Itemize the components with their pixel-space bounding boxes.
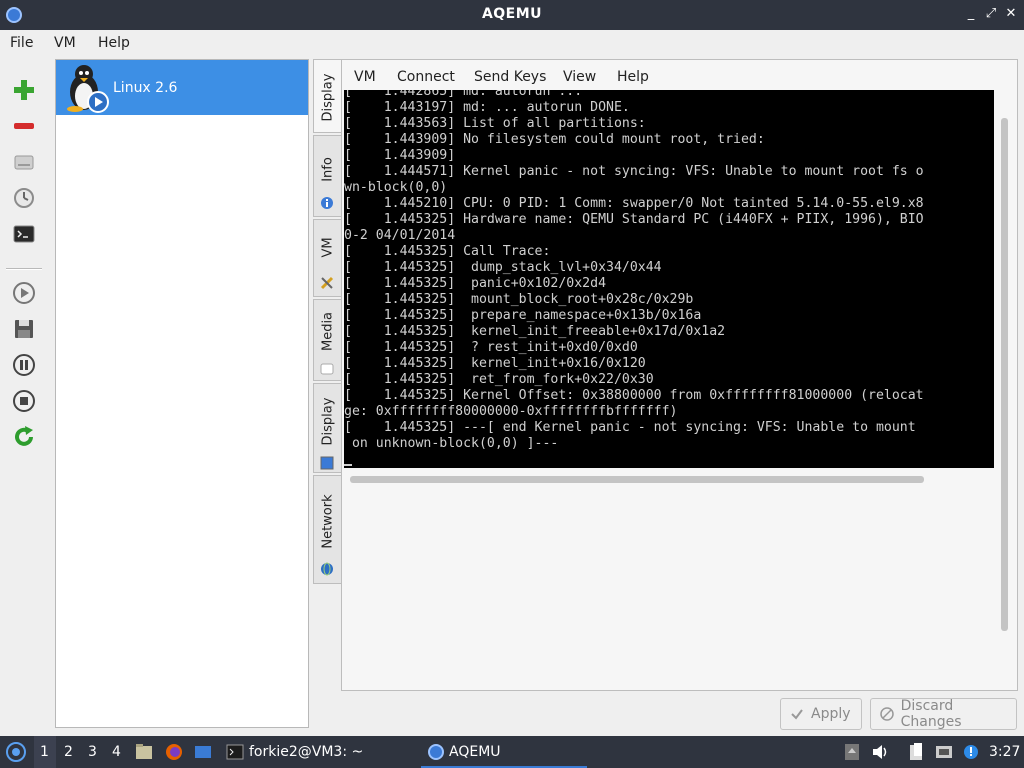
refresh-icon xyxy=(15,426,33,446)
tab-label: Info xyxy=(320,157,335,182)
tab-label: Display xyxy=(320,73,336,122)
tab-label: Media xyxy=(320,311,335,352)
vnc-menu-send-keys[interactable]: Send Keys xyxy=(474,69,546,85)
tab-label: VM xyxy=(320,237,335,258)
vnc-menu-help[interactable]: Help xyxy=(617,69,649,85)
minimize-button[interactable]: _ xyxy=(962,5,980,23)
aqemu-icon xyxy=(428,744,444,760)
active-task-indicator xyxy=(421,736,587,768)
vm-console[interactable]: [ 1.442865] md: autorun ... [ 1.443197] … xyxy=(344,90,994,468)
window-titlebar: AQEMU _ ⤢ ✕ xyxy=(0,0,1024,30)
plus-icon xyxy=(14,80,34,100)
vnc-menu-connect[interactable]: Connect xyxy=(397,69,455,85)
notification-icon[interactable] xyxy=(961,742,981,762)
vm-list: Linux 2.6 xyxy=(55,59,309,728)
workspace-4[interactable]: 4 xyxy=(112,744,121,760)
save-button[interactable] xyxy=(8,313,40,345)
network-icon[interactable] xyxy=(934,742,954,762)
play-icon xyxy=(13,282,35,304)
globe-icon xyxy=(320,562,334,576)
stop-icon xyxy=(13,390,35,412)
tab-vm[interactable]: VM xyxy=(313,219,342,297)
terminal-button[interactable] xyxy=(8,218,40,250)
toolbar-separator xyxy=(6,268,42,270)
floppy-icon xyxy=(15,320,33,338)
add-vm-button[interactable] xyxy=(8,74,40,106)
clock-icon xyxy=(14,188,34,208)
scroll-up-icon[interactable] xyxy=(844,743,860,761)
apply-label: Apply xyxy=(811,706,851,722)
vm-toolbar xyxy=(0,58,50,736)
tab-display[interactable]: Display xyxy=(313,383,342,473)
menu-help[interactable]: Help xyxy=(98,35,130,51)
stop-button[interactable] xyxy=(8,385,40,417)
tux-vm-icon xyxy=(67,65,109,113)
vnc-menu-view[interactable]: View xyxy=(563,69,596,85)
discard-changes-button[interactable]: Discard Changes xyxy=(870,698,1017,730)
workspace-2[interactable]: 2 xyxy=(64,744,73,760)
settings-tabs: Display Info VM Media Display Network xyxy=(313,59,342,584)
tab-label: Network xyxy=(320,494,335,549)
console-cursor xyxy=(344,464,352,466)
start-menu-icon[interactable] xyxy=(5,741,27,763)
volume-icon[interactable] xyxy=(870,742,890,762)
timer-button[interactable] xyxy=(8,182,40,214)
disk-icon xyxy=(320,362,334,376)
monitor-icon xyxy=(320,456,334,470)
vm-name: Linux 2.6 xyxy=(113,80,178,96)
workspace-3[interactable]: 3 xyxy=(88,744,97,760)
minus-icon xyxy=(14,123,34,129)
info-icon xyxy=(320,196,334,210)
menu-file[interactable]: File xyxy=(10,35,33,51)
task-terminal[interactable]: forkie2@VM3: ~ xyxy=(249,744,363,760)
menu-vm[interactable]: VM xyxy=(54,35,76,51)
remove-vm-button[interactable] xyxy=(8,110,40,142)
menubar: File VM Help xyxy=(0,30,1024,58)
task-aqemu[interactable]: AQEMU xyxy=(449,744,501,760)
clipboard-icon[interactable] xyxy=(907,742,927,762)
desktop-icon[interactable] xyxy=(193,742,213,762)
check-icon xyxy=(789,706,805,722)
tab-network[interactable]: Network xyxy=(313,475,342,584)
apply-button[interactable]: Apply xyxy=(780,698,862,730)
file-manager-icon[interactable] xyxy=(134,742,154,762)
reset-button[interactable] xyxy=(8,421,40,453)
pause-button[interactable] xyxy=(8,349,40,381)
storage-button[interactable] xyxy=(8,146,40,178)
window-title: AQEMU xyxy=(481,6,543,22)
cancel-icon xyxy=(879,706,895,722)
tab-label: Display xyxy=(320,397,335,446)
terminal-icon xyxy=(13,225,35,243)
horizontal-scrollbar[interactable] xyxy=(350,476,924,483)
start-button[interactable] xyxy=(8,277,40,309)
vm-list-item[interactable]: Linux 2.6 xyxy=(56,60,308,115)
pause-icon xyxy=(13,354,35,376)
firefox-icon[interactable] xyxy=(164,742,184,762)
console-output: [ 1.442865] md: autorun ... [ 1.443197] … xyxy=(344,90,924,451)
tab-display-console[interactable]: Display xyxy=(313,59,342,133)
tools-icon xyxy=(320,276,334,290)
clock: 3:27 xyxy=(989,744,1021,760)
terminal-icon xyxy=(226,744,244,760)
tab-info[interactable]: Info xyxy=(313,135,342,217)
discard-label: Discard Changes xyxy=(900,698,962,730)
tab-media[interactable]: Media xyxy=(313,299,342,381)
workspace-1[interactable]: 1 xyxy=(40,744,49,760)
vertical-scrollbar[interactable] xyxy=(1001,118,1008,631)
hard-disk-icon xyxy=(14,155,34,170)
close-button[interactable]: ✕ xyxy=(1002,5,1020,23)
vnc-menu-vm[interactable]: VM xyxy=(354,69,376,85)
taskbar: 1 2 3 4 forkie2@VM3: ~ AQEMU 3:27 xyxy=(0,736,1024,768)
maximize-button[interactable]: ⤢ xyxy=(982,5,1000,23)
